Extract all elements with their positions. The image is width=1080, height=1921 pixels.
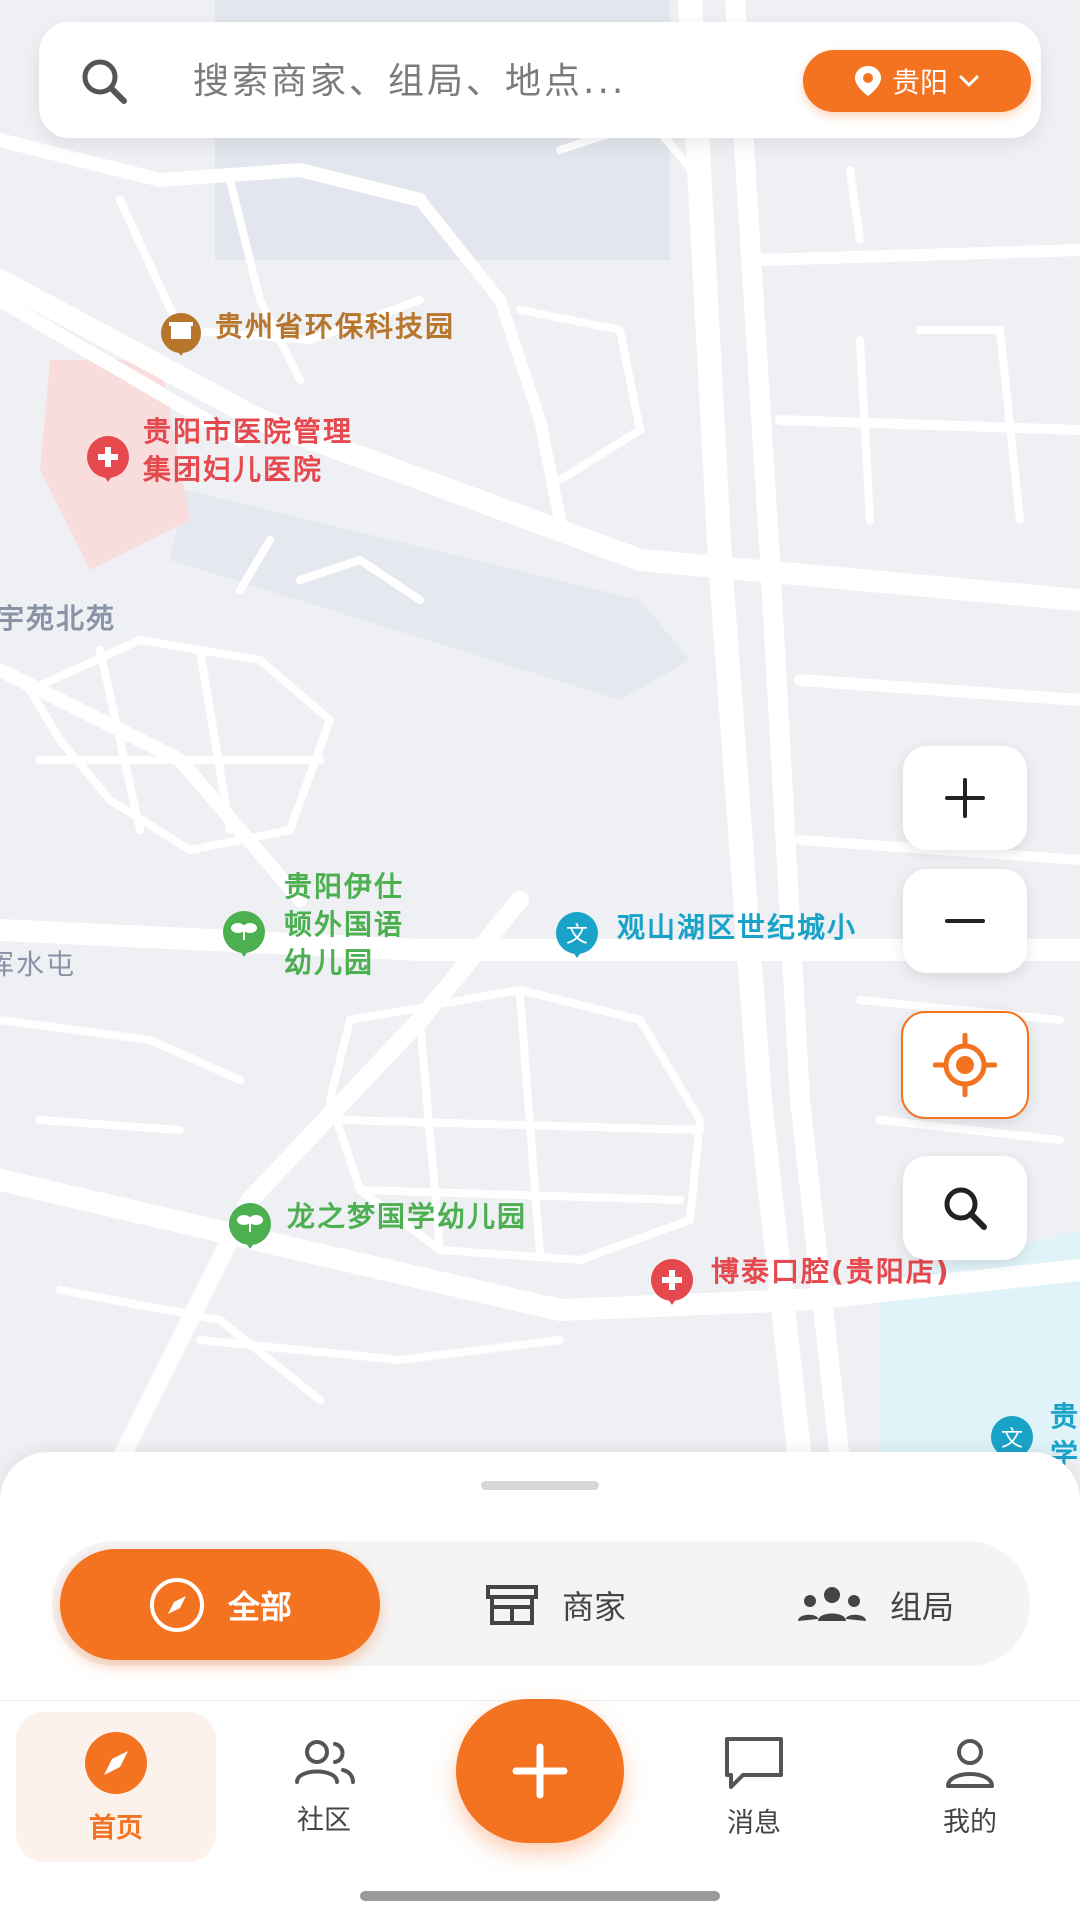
compass-icon (149, 1577, 204, 1632)
location-pin-icon (854, 66, 881, 96)
segment-merchant[interactable]: 商家 (445, 1549, 665, 1660)
chevron-down-icon (959, 75, 979, 87)
people-icon (295, 1739, 355, 1784)
chat-bubble-icon (725, 1736, 783, 1789)
area-label-north: 宇苑北苑 (0, 602, 117, 635)
poi-label-hospital-line1: 贵阳市医院管理 (143, 415, 354, 448)
poi-label-edge-line1: 贵 (1050, 1400, 1080, 1433)
map-search-button[interactable] (903, 1156, 1027, 1260)
minus-icon (945, 919, 985, 923)
segment-all[interactable]: 全部 (60, 1549, 380, 1660)
area-label-water: 浑水屯 (0, 948, 77, 981)
poi-label-hospital[interactable]: 贵阳市医院管理 集团妇儿医院 (143, 413, 353, 489)
plus-icon (945, 778, 985, 818)
user-profile-icon (946, 1738, 994, 1788)
nav-community-label: 社区 (297, 1804, 351, 1836)
poi-label-kinder[interactable]: 龙之梦国学幼儿园 (287, 1198, 527, 1236)
search-input[interactable]: 搜索商家、组局、地点... (193, 60, 626, 104)
segment-group-label: 组局 (889, 1587, 954, 1626)
zoom-out-button[interactable] (903, 869, 1027, 973)
svg-text:文: 文 (566, 923, 588, 948)
nav-community[interactable]: 社区 (224, 1712, 424, 1862)
home-indicator[interactable] (360, 1891, 720, 1901)
nav-home-label: 首页 (89, 1812, 143, 1844)
poi-label-school-line3: 幼儿园 (284, 946, 375, 979)
poi-label-school[interactable]: 贵阳伊仕 顿外国语 幼儿园 (284, 868, 404, 982)
poi-label-school-line1: 贵阳伊仕 (284, 870, 405, 903)
store-icon (485, 1584, 538, 1625)
nav-home[interactable]: 首页 (16, 1712, 216, 1862)
zoom-in-button[interactable] (903, 746, 1027, 850)
create-post-fab[interactable] (456, 1699, 624, 1843)
locate-me-button[interactable] (901, 1011, 1029, 1119)
plus-icon (512, 1743, 568, 1799)
segment-merchant-label: 商家 (561, 1587, 626, 1626)
poi-label-school-line2: 顿外国语 (284, 908, 405, 941)
nav-mine[interactable]: 我的 (870, 1712, 1070, 1862)
segment-all-label: 全部 (227, 1587, 292, 1626)
poi-label-dental[interactable]: 博泰口腔(贵阳店) (711, 1253, 951, 1291)
segment-group[interactable]: 组局 (765, 1549, 985, 1660)
search-icon[interactable] (78, 55, 130, 107)
nav-messages[interactable]: 消息 (654, 1712, 854, 1862)
svg-text:文: 文 (1001, 1427, 1023, 1452)
poi-label-edu[interactable]: 观山湖区世纪城小 (617, 909, 903, 947)
city-label: 贵阳 (891, 66, 948, 99)
poi-label-park[interactable]: 贵州省环保科技园 (215, 308, 455, 346)
nav-messages-label: 消息 (727, 1807, 781, 1839)
poi-label-hospital-line2: 集团妇儿医院 (143, 453, 324, 486)
nav-mine-label: 我的 (943, 1806, 997, 1838)
sheet-drag-handle[interactable] (481, 1481, 599, 1490)
target-location-icon (933, 1033, 997, 1097)
group-people-icon (797, 1586, 866, 1621)
magnifier-icon (944, 1187, 987, 1230)
city-selector-button[interactable]: 贵阳 (803, 50, 1031, 112)
compass-icon (85, 1731, 147, 1794)
